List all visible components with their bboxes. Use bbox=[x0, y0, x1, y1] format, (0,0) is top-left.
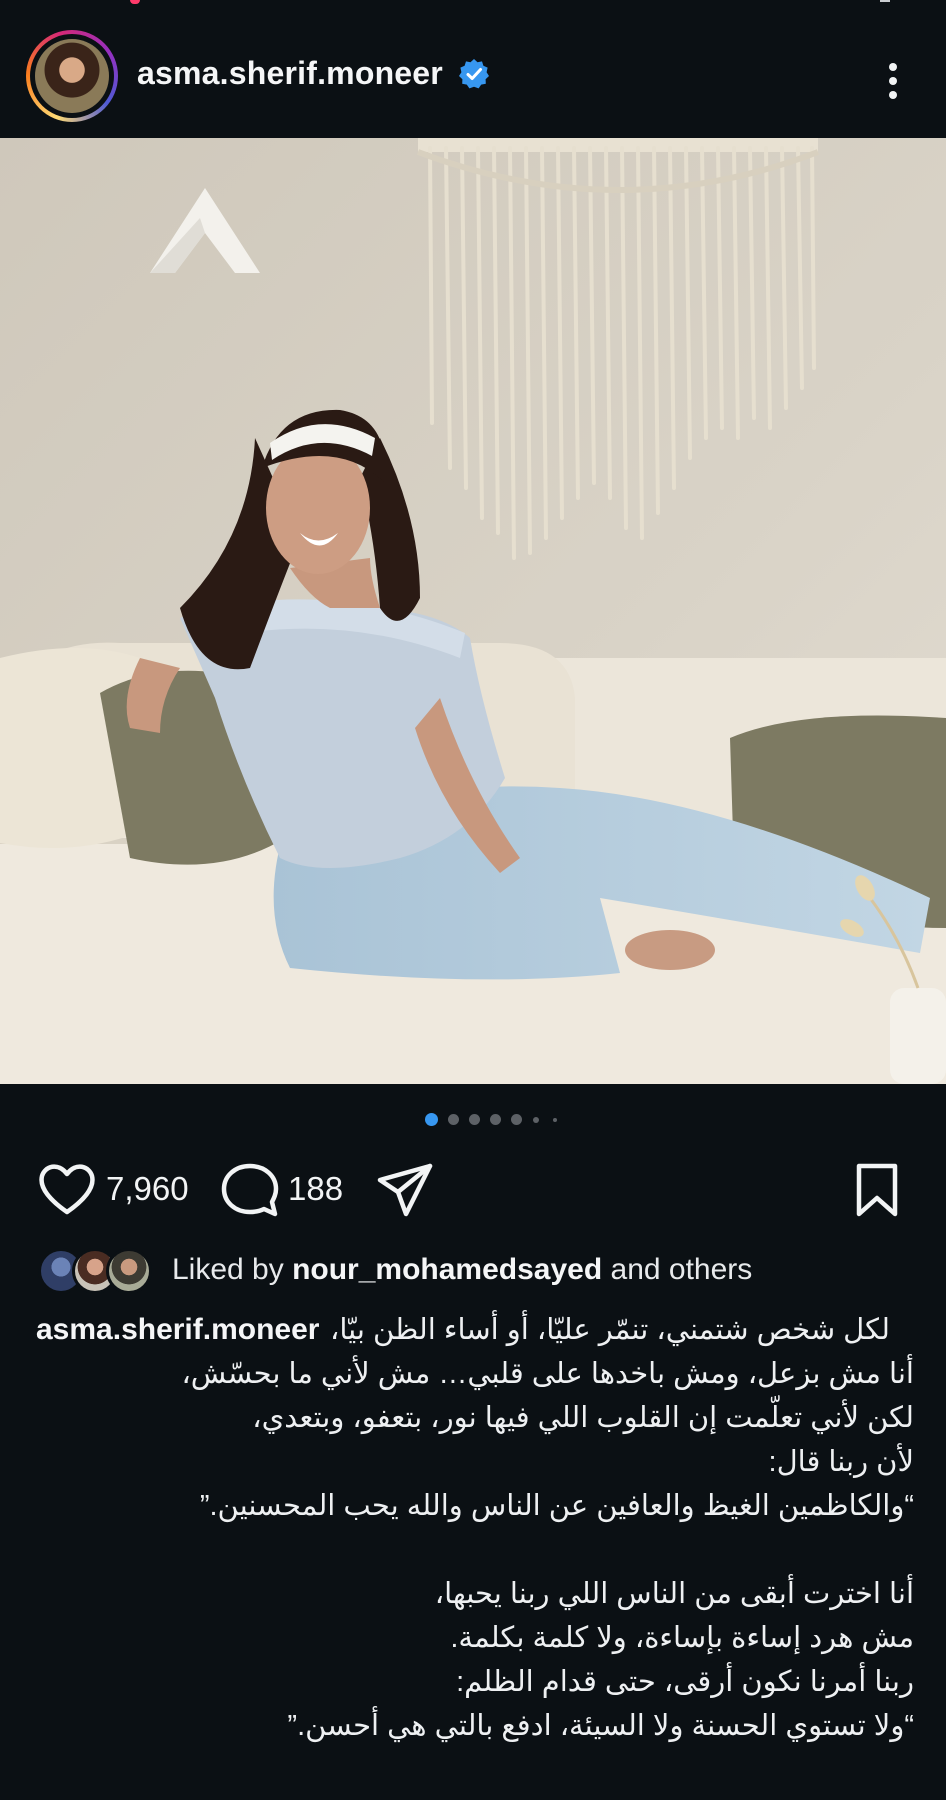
post-username[interactable]: asma.sherif.moneer bbox=[137, 55, 443, 92]
carousel-dot bbox=[533, 1117, 539, 1123]
liked-by-username[interactable]: nour_mohamedsayed bbox=[292, 1253, 602, 1286]
share-icon[interactable] bbox=[376, 1162, 434, 1218]
caption-line: أنا اخترت أبقى من الناس اللي ربنا يحبها، bbox=[434, 1578, 914, 1610]
carousel-dot bbox=[553, 1118, 557, 1122]
liked-by-suffix: and others bbox=[602, 1253, 753, 1286]
profile-avatar[interactable] bbox=[26, 30, 118, 122]
comment-icon[interactable] bbox=[220, 1162, 280, 1220]
caption-line: مش هرد إساءة بإساءة، ولا كلمة بكلمة. bbox=[450, 1622, 914, 1654]
caption-line: “ولا تستوي الحسنة ولا السيئة، ادفع بالتي… bbox=[287, 1710, 914, 1742]
post-caption: asma.sherif.moneer لكل شخص شتمني، تنمّر … bbox=[30, 1308, 914, 1748]
caption-username[interactable]: asma.sherif.moneer bbox=[36, 1308, 319, 1352]
verified-badge-icon bbox=[459, 59, 489, 89]
caption-line: “والكاظمين الغيظ والعافين عن الناس والله… bbox=[199, 1490, 914, 1522]
caption-line: لأن ربنا قال: bbox=[768, 1446, 914, 1478]
carousel-dot bbox=[469, 1114, 480, 1125]
like-count[interactable]: 7,960 bbox=[106, 1170, 189, 1208]
carousel-dot-active bbox=[425, 1113, 438, 1126]
carousel-indicator bbox=[0, 1110, 946, 1128]
liked-by-text[interactable]: Liked by nour_mohamedsayed and others bbox=[172, 1253, 752, 1287]
liked-by-prefix: Liked by bbox=[172, 1253, 293, 1286]
status-indicator bbox=[130, 0, 140, 4]
heart-icon[interactable] bbox=[38, 1162, 96, 1216]
status-bar-remnant bbox=[0, 0, 946, 8]
caption-line: أنا مش بزعل، ومش باخدها على قلبي… مش لأن… bbox=[181, 1358, 914, 1390]
liker-avatar bbox=[106, 1248, 152, 1294]
avatar-image bbox=[35, 39, 109, 113]
post-photo[interactable] bbox=[0, 138, 946, 1084]
carousel-dot bbox=[490, 1114, 501, 1125]
carousel-dot bbox=[511, 1114, 522, 1125]
post-header: asma.sherif.moneer bbox=[0, 20, 946, 130]
status-icon bbox=[880, 0, 890, 2]
bookmark-icon[interactable] bbox=[853, 1162, 901, 1218]
carousel-dot bbox=[448, 1114, 459, 1125]
more-options-icon[interactable] bbox=[876, 58, 910, 104]
caption-line: لكن لأني تعلّمت إن القلوب اللي فيها نور،… bbox=[252, 1402, 914, 1434]
post-actions: 7,960 188 bbox=[0, 1150, 946, 1230]
caption-line: ربنا أمرنا نكون أرقى، حتى قدام الظلم: bbox=[456, 1666, 914, 1698]
likes-row[interactable]: Liked by nour_mohamedsayed and others bbox=[0, 1245, 946, 1297]
comment-count[interactable]: 188 bbox=[288, 1170, 343, 1208]
photo-illustration bbox=[0, 138, 946, 1084]
